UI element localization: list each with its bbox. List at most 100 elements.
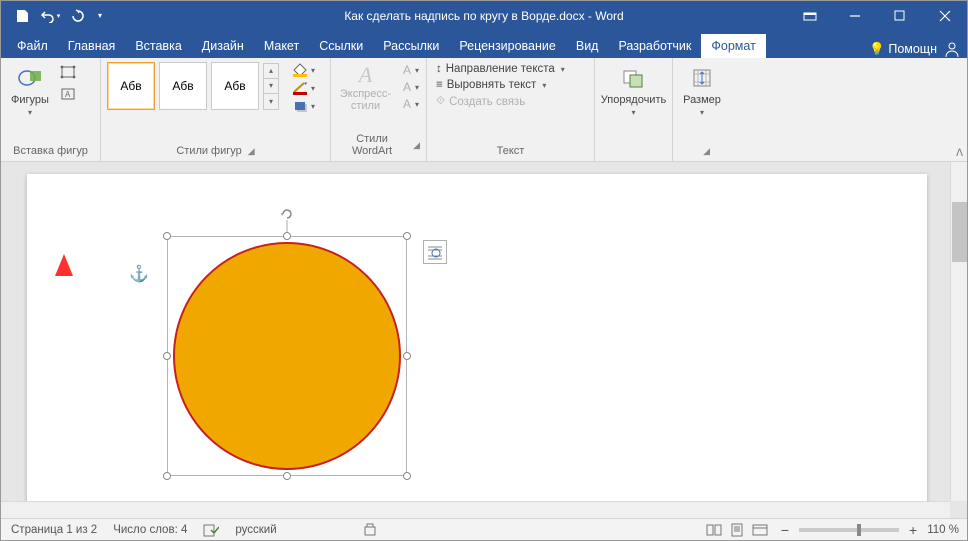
status-words[interactable]: Число слов: 4 <box>113 524 187 536</box>
tab-file[interactable]: Файл <box>7 34 58 58</box>
text-direction-icon: ↕ <box>436 63 442 75</box>
size-button[interactable]: Размер▾ <box>679 62 725 119</box>
group-insert-label: Вставка фигур <box>7 145 94 159</box>
edit-shape-button[interactable] <box>57 62 79 82</box>
maximize-button[interactable] <box>877 1 922 30</box>
text-outline-button: A▾ <box>402 79 420 95</box>
text-effects-button: A▾ <box>402 96 420 112</box>
anchor-icon: ⚓ <box>129 264 149 284</box>
wordart-styles-button: A Экспресс-стили <box>337 62 394 112</box>
close-button[interactable] <box>922 1 967 30</box>
status-proofing-icon[interactable] <box>203 523 219 537</box>
tab-developer[interactable]: Разработчик <box>608 34 701 58</box>
text-direction-label: Направление текста <box>446 63 555 75</box>
titlebar: ▾ ▾ Как сделать надпись по кругу в Ворде… <box>1 1 967 30</box>
arrange-button[interactable]: Упорядочить▾ <box>597 62 670 119</box>
gallery-down-button[interactable]: ▾ <box>264 79 278 94</box>
text-box-button[interactable]: A <box>57 84 79 104</box>
gallery-more-button[interactable]: ▾ <box>264 94 278 109</box>
status-right: − + 110 % <box>703 521 959 539</box>
shape-outline-button[interactable]: ▾ <box>289 80 317 96</box>
tab-layout[interactable]: Макет <box>254 34 309 58</box>
shape-effects-button[interactable]: ▾ <box>289 98 317 114</box>
rotate-handle[interactable] <box>279 206 295 222</box>
handle-tl[interactable] <box>163 232 171 240</box>
help-icon[interactable]: 💡 Помощн <box>869 42 937 57</box>
tab-mailings[interactable]: Рассылки <box>373 34 449 58</box>
status-page[interactable]: Страница 1 из 2 <box>11 524 97 536</box>
gallery-spinner: ▴ ▾ ▾ <box>263 63 279 110</box>
zoom-level[interactable]: 110 % <box>927 524 959 536</box>
svg-text:A: A <box>65 90 71 99</box>
page[interactable]: ⚓ <box>27 174 927 504</box>
styles-dialog-button[interactable]: ◢ <box>248 146 255 157</box>
horizontal-scrollbar[interactable] <box>1 501 950 518</box>
help-area: 💡 Помощн <box>869 40 961 58</box>
zoom-out-button[interactable]: − <box>781 522 789 538</box>
text-direction-button[interactable]: ↕Направление текста▾ <box>433 62 568 76</box>
zoom-in-button[interactable]: + <box>909 522 917 538</box>
tab-format[interactable]: Формат <box>701 34 765 58</box>
group-size: Размер▾ ◢ <box>673 58 731 161</box>
handle-tr[interactable] <box>403 232 411 240</box>
style-thumb-1[interactable]: Абв <box>107 62 155 110</box>
selection-border <box>167 236 407 476</box>
vertical-scrollbar[interactable] <box>950 162 967 501</box>
window-title: Как сделать надпись по кругу в Ворде.doc… <box>344 9 623 23</box>
handle-bl[interactable] <box>163 472 171 480</box>
gallery-up-button[interactable]: ▴ <box>264 64 278 79</box>
group-text: ↕Направление текста▾ ≡Выровнять текст▾ ⟐… <box>427 58 595 161</box>
text-fill-button: A▾ <box>402 62 420 78</box>
size-dialog-button[interactable]: ◢ <box>703 146 710 157</box>
document-canvas[interactable]: ⚓ <box>1 162 967 518</box>
handle-l[interactable] <box>163 352 171 360</box>
vscroll-thumb[interactable] <box>952 202 967 262</box>
shapes-button[interactable]: Фигуры ▾ <box>7 62 53 119</box>
align-text-button[interactable]: ≡Выровнять текст▾ <box>433 78 568 92</box>
tab-view[interactable]: Вид <box>566 34 609 58</box>
style-thumb-2[interactable]: Абв <box>159 62 207 110</box>
link-icon: ⟐ <box>436 95 445 108</box>
redo-button[interactable] <box>65 4 91 28</box>
handle-b[interactable] <box>283 472 291 480</box>
align-text-icon: ≡ <box>436 79 443 91</box>
group-arrange-label <box>601 145 666 159</box>
qat-customize-button[interactable]: ▾ <box>93 4 107 28</box>
quick-access-toolbar: ▾ ▾ <box>1 4 107 28</box>
read-mode-button[interactable] <box>703 521 725 539</box>
tab-home[interactable]: Главная <box>58 34 126 58</box>
save-button[interactable] <box>9 4 35 28</box>
group-styles-label: Стили фигур <box>176 145 241 157</box>
web-layout-button[interactable] <box>749 521 771 539</box>
undo-button[interactable]: ▾ <box>37 4 63 28</box>
tab-review[interactable]: Рецензирование <box>449 34 566 58</box>
group-wordart: A Экспресс-стили A▾ A▾ A▾ Стили WordArt ◢ <box>331 58 427 161</box>
shape-selection[interactable] <box>167 236 407 476</box>
tab-insert[interactable]: Вставка <box>125 34 191 58</box>
account-icon[interactable] <box>943 40 961 58</box>
window-controls <box>787 1 967 30</box>
wordart-dialog-button[interactable]: ◢ <box>413 140 420 151</box>
minimize-button[interactable] <box>832 1 877 30</box>
arrange-label: Упорядочить <box>601 94 666 106</box>
group-text-label: Текст <box>433 145 588 159</box>
handle-r[interactable] <box>403 352 411 360</box>
print-layout-button[interactable] <box>726 521 748 539</box>
ribbon-body: Фигуры ▾ A Вставка фигур Абв Абв Абв ▴ ▾… <box>1 58 967 162</box>
handle-t[interactable] <box>283 232 291 240</box>
group-wordart-label: Стили WordArt <box>337 133 407 157</box>
ribbon-display-button[interactable] <box>787 1 832 30</box>
style-thumb-3[interactable]: Абв <box>211 62 259 110</box>
status-language[interactable]: русский <box>235 524 276 536</box>
zoom-slider[interactable] <box>799 528 899 532</box>
handle-br[interactable] <box>403 472 411 480</box>
status-macro-icon[interactable] <box>363 523 377 537</box>
style-gallery[interactable]: Абв Абв Абв ▴ ▾ ▾ <box>107 62 279 110</box>
tab-references[interactable]: Ссылки <box>309 34 373 58</box>
shape-fill-button[interactable]: ▾ <box>289 62 317 78</box>
ribbon-tabs: Файл Главная Вставка Дизайн Макет Ссылки… <box>1 30 967 58</box>
arrange-icon <box>620 64 648 92</box>
tab-design[interactable]: Дизайн <box>192 34 254 58</box>
layout-options-button[interactable] <box>423 240 447 264</box>
collapse-ribbon-button[interactable]: ᐱ <box>956 148 963 159</box>
